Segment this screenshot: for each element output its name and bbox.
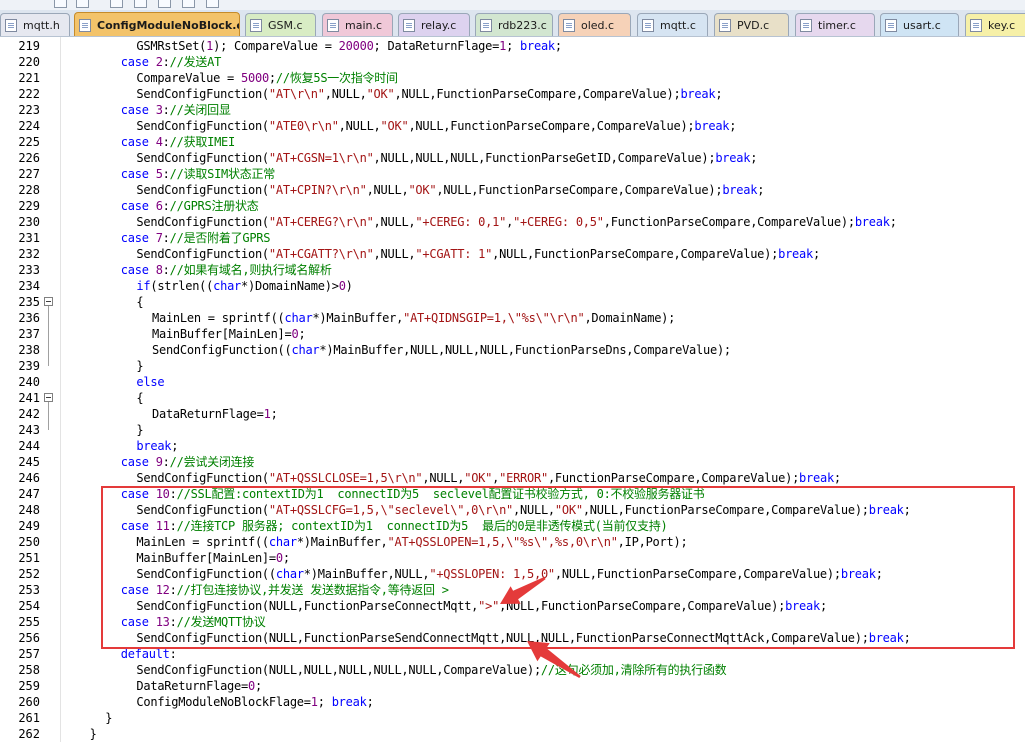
tab-relay-c[interactable]: relay.c — [398, 13, 470, 36]
tab-label: timer.c — [818, 18, 856, 32]
tab-oled-c[interactable]: oled.c — [558, 13, 631, 36]
code-editor[interactable]: 219 220 221 222 223 224 225 226 227 228 229 230 231 2… — [0, 37, 1025, 742]
file-icon — [885, 18, 897, 32]
arrow-annotation-upper — [500, 576, 546, 604]
tab-timer-c[interactable]: timer.c — [795, 13, 875, 36]
tab-label: mqtt.c — [660, 18, 696, 32]
toolbar-tool-icon[interactable] — [134, 0, 147, 8]
toolbar-tool-icon[interactable] — [182, 0, 195, 8]
tab-label: GSM.c — [268, 18, 303, 32]
tab-label: usart.c — [903, 18, 941, 32]
toolbar-tool-icon[interactable] — [206, 0, 219, 8]
tab-label: ConfigModuleNoBlock.c — [97, 18, 240, 32]
file-icon — [5, 18, 17, 32]
tab-gsm-c[interactable]: GSM.c — [245, 13, 316, 36]
toolbar-tool-icon[interactable] — [54, 0, 67, 8]
tab-label: key.c — [988, 18, 1016, 32]
file-icon — [800, 18, 812, 32]
tab-mqtt-h[interactable]: mqtt.h — [0, 13, 70, 36]
file-tab-bar: mqtt.h ConfigModuleNoBlock.c GSM.c main.c re… — [0, 10, 1025, 37]
toolbar — [0, 0, 1025, 10]
file-icon — [970, 18, 982, 32]
tab-mqtt-c[interactable]: mqtt.c — [637, 13, 708, 36]
tab-label: PVD.c — [737, 18, 770, 32]
file-icon — [642, 18, 654, 32]
file-icon — [480, 18, 492, 32]
tab-key-c[interactable]: key.c — [965, 13, 1025, 36]
tab-main-c[interactable]: main.c — [322, 13, 393, 36]
toolbar-tool-icon[interactable] — [158, 0, 171, 8]
tab-label: oled.c — [581, 18, 615, 32]
file-icon — [563, 18, 575, 32]
arrow-annotations — [500, 576, 581, 678]
tab-usart-c[interactable]: usart.c — [880, 13, 959, 36]
tab-label: mqtt.h — [23, 18, 60, 32]
file-icon — [250, 18, 262, 32]
toolbar-tool-icon[interactable] — [76, 0, 89, 8]
file-icon — [79, 18, 91, 32]
toolbar-tool-icon[interactable] — [110, 0, 123, 8]
tab-rdb223-c[interactable]: rdb223.c — [475, 13, 553, 36]
tab-pvd-c[interactable]: PVD.c — [714, 13, 789, 36]
file-icon — [403, 18, 415, 32]
arrow-annotation-lower — [527, 641, 581, 678]
tab-label: main.c — [345, 18, 383, 32]
tab-configmodulenoblock-c[interactable]: ConfigModuleNoBlock.c — [74, 12, 240, 36]
tab-label: relay.c — [421, 18, 457, 32]
file-icon — [719, 18, 731, 32]
tab-label: rdb223.c — [498, 18, 547, 32]
file-icon — [327, 18, 339, 32]
